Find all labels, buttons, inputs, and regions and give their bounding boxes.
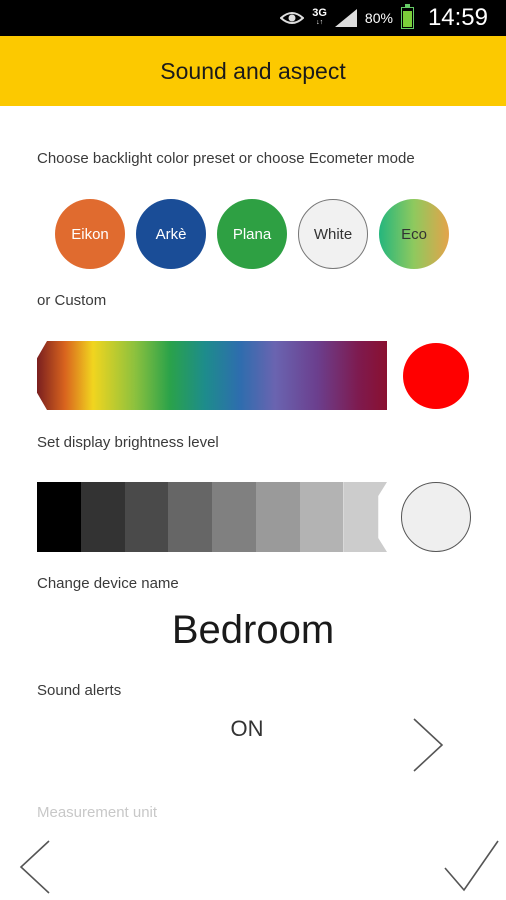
brightness-step[interactable]	[124, 482, 169, 552]
network-activity: ↓↑	[316, 19, 324, 26]
brightness-step[interactable]	[255, 482, 300, 552]
clock: 14:59	[427, 4, 488, 31]
brightness-step[interactable]	[80, 482, 125, 552]
custom-label: or Custom	[37, 292, 107, 309]
sound-alerts-label: Sound alerts	[37, 682, 122, 699]
brightness-step-selected[interactable]	[343, 482, 387, 552]
preset-eco-button[interactable]: Eco	[379, 199, 449, 269]
device-name-field[interactable]: Bedroom	[0, 608, 506, 653]
chevron-right-icon[interactable]	[411, 716, 445, 774]
chevron-left-icon[interactable]	[18, 838, 52, 896]
page-title: Sound and aspect	[160, 57, 346, 84]
signal-icon	[334, 9, 357, 27]
status-bar: 3G ↓↑ 80% 14:59	[0, 0, 506, 36]
brightness-slider[interactable]	[37, 482, 387, 552]
preset-label: Choose backlight color preset or choose …	[37, 150, 415, 167]
custom-color-swatch[interactable]	[403, 343, 469, 409]
app-bar: Sound and aspect	[0, 36, 506, 106]
preset-eikon-button[interactable]: Eikon	[55, 199, 125, 269]
battery-icon	[400, 4, 414, 29]
brightness-preview-swatch[interactable]	[401, 482, 471, 552]
battery-percent: 80%	[364, 10, 393, 26]
checkmark-icon[interactable]	[442, 838, 500, 894]
measurement-unit-label: Measurement unit	[37, 804, 158, 821]
brightness-label: Set display brightness level	[37, 434, 219, 451]
color-presets: Eikon Arkè Plana White Eco	[55, 199, 449, 269]
brightness-step[interactable]	[212, 482, 256, 552]
device-name-label: Change device name	[37, 575, 179, 592]
color-spectrum-slider[interactable]	[37, 341, 387, 410]
brightness-step[interactable]	[37, 482, 81, 552]
status-icons: 3G ↓↑ 80% 14:59	[280, 0, 488, 36]
preset-plana-button[interactable]: Plana	[217, 199, 287, 269]
preset-arke-button[interactable]: Arkè	[136, 199, 206, 269]
network-indicator: 3G ↓↑	[312, 8, 327, 28]
eye-icon	[280, 12, 305, 24]
preset-white-button[interactable]: White	[298, 199, 368, 269]
brightness-step[interactable]	[168, 482, 212, 552]
brightness-step[interactable]	[299, 482, 344, 552]
